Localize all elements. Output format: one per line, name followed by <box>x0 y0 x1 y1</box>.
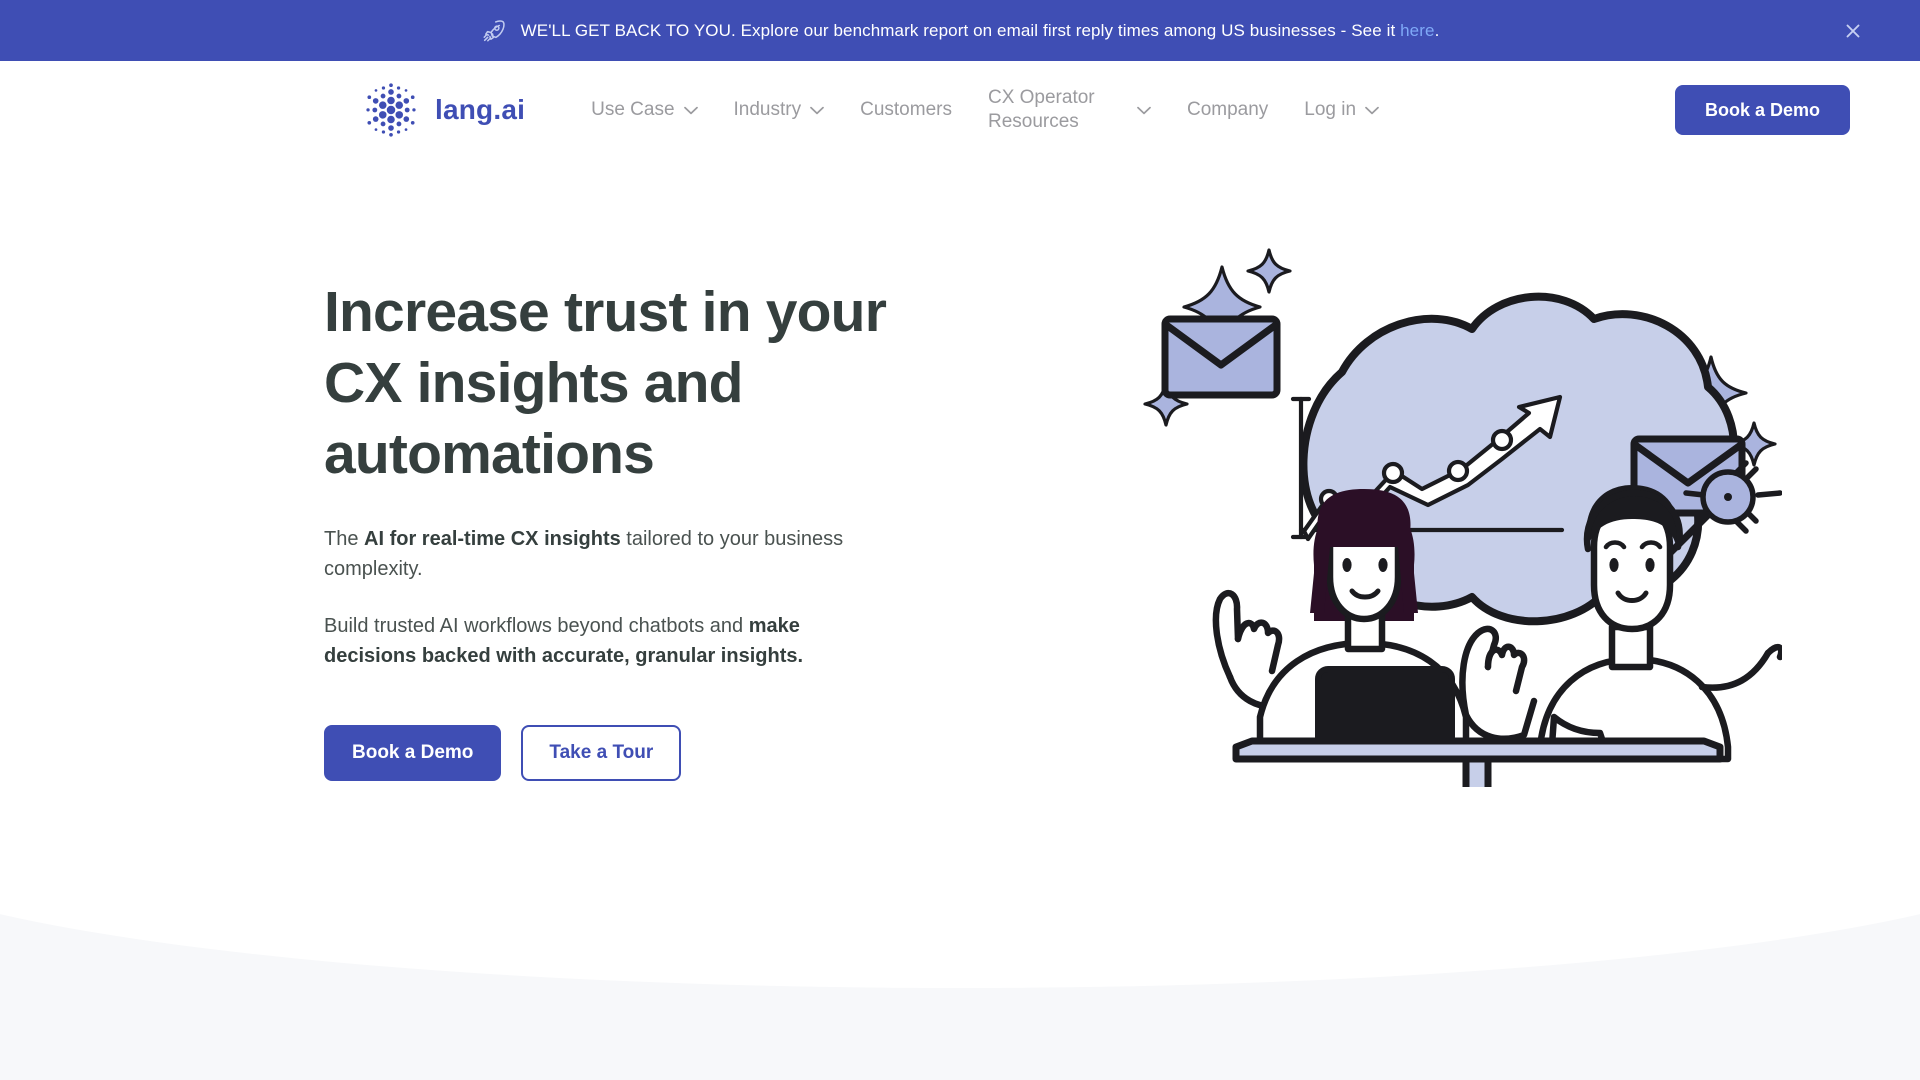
hero-book-a-demo-button[interactable]: Book a Demo <box>324 725 502 781</box>
nav-item-label: Log in <box>1304 99 1357 120</box>
hero-paragraph-2: Build trusted AI workflows beyond chatbo… <box>324 611 884 671</box>
hero-copy: Increase trust in your CX insights and a… <box>324 277 1024 781</box>
laptop-icon <box>1315 666 1455 750</box>
hero-illustration <box>1004 247 1920 787</box>
nav-item-industry[interactable]: Industry <box>716 98 843 122</box>
chevron-down-icon <box>810 106 824 114</box>
announcement-banner-text: WE'LL GET BACK TO YOU. Explore our bench… <box>521 20 1440 42</box>
brand-logo-link[interactable]: lang.ai <box>360 79 525 141</box>
close-icon[interactable] <box>1840 18 1866 44</box>
announcement-banner-content: WE'LL GET BACK TO YOU. Explore our bench… <box>481 18 1440 44</box>
hero-actions: Book a Demo Take a Tour <box>324 725 1024 781</box>
nav-item-label: CX Operator Resources <box>987 87 1095 132</box>
hero-p1-lead: The <box>324 528 365 550</box>
nav-item-cx-operator-resources[interactable]: CX Operator Resources <box>970 86 1169 134</box>
main-navigation: lang.ai Use Case Industry Customers CX O… <box>0 61 1920 159</box>
banner-text-before: WE'LL GET BACK TO YOU. Explore our bench… <box>520 20 1401 40</box>
nav-item-label: Use Case <box>591 99 675 120</box>
page-title: Increase trust in your CX insights and a… <box>324 280 887 486</box>
hero-p2-lead: Build trusted AI workflows beyond chatbo… <box>324 615 749 637</box>
chevron-down-icon <box>1365 106 1379 114</box>
nav-item-label: Company <box>1186 99 1269 120</box>
two-people-at-desk-with-growth-chart-cloud-illustration <box>1143 248 1782 787</box>
brand-name: lang.ai <box>435 94 526 125</box>
nav-right-actions: Book a Demo <box>1674 85 1850 135</box>
banner-here-link[interactable]: here <box>1400 21 1434 40</box>
nav-item-label: Customers <box>860 99 952 120</box>
desk-table <box>1232 737 1724 787</box>
announcement-banner: WE'LL GET BACK TO YOU. Explore our bench… <box>0 0 1920 61</box>
nav-item-label: Industry <box>733 99 802 120</box>
hero-p1-bold: AI for real-time CX insights <box>364 528 621 550</box>
hero-section: Increase trust in your CX insights and a… <box>0 159 1920 787</box>
nav-links: Use Case Industry Customers CX Operator … <box>573 86 1397 134</box>
nav-item-customers[interactable]: Customers <box>842 98 970 122</box>
nav-book-a-demo-button[interactable]: Book a Demo <box>1674 85 1850 135</box>
nav-item-use-case[interactable]: Use Case <box>573 98 715 122</box>
hero-take-a-tour-button[interactable]: Take a Tour <box>521 725 682 781</box>
hero-paragraph-1: The AI for real-time CX insights tailore… <box>324 524 884 584</box>
rocket-icon <box>483 19 505 42</box>
close-icon-glyph <box>1846 24 1860 37</box>
page-root: WE'LL GET BACK TO YOU. Explore our bench… <box>0 0 1920 1080</box>
banner-text-after: . <box>1434 20 1440 40</box>
nav-item-log-in[interactable]: Log in <box>1286 98 1397 122</box>
nav-item-company[interactable]: Company <box>1169 98 1286 122</box>
chevron-down-icon <box>1137 106 1151 114</box>
chevron-down-icon <box>683 106 698 114</box>
envelope-icon-left <box>1161 315 1281 399</box>
lang-ai-dot-mandala-logo-icon <box>366 83 416 137</box>
